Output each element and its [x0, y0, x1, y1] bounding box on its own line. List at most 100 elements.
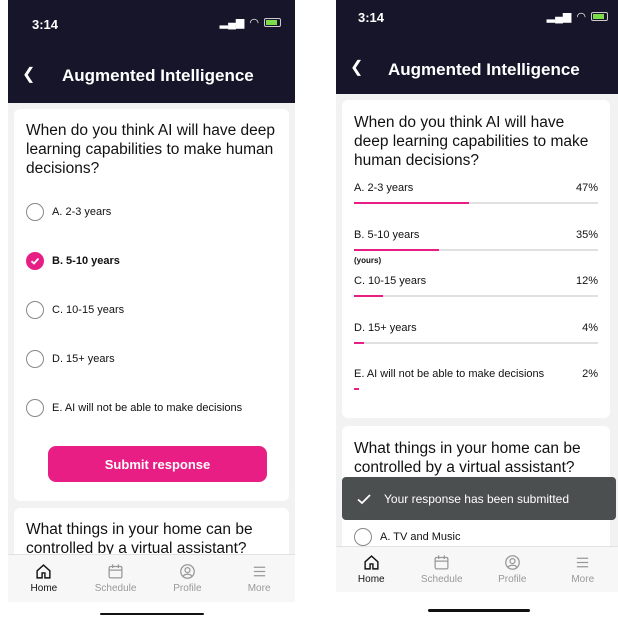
home-indicator-area	[336, 592, 618, 619]
profile-icon	[504, 555, 520, 570]
submit-response-button[interactable]: Submit response	[48, 446, 267, 482]
calendar-icon	[108, 564, 123, 579]
toast-notification: Your response has been submitted	[342, 477, 616, 520]
tab-schedule[interactable]: Schedule	[407, 547, 478, 592]
poll-screen: 3:14 ▂▄▆ ◠ ❮ Augmented Intelligence When…	[8, 0, 295, 619]
result-bar	[354, 202, 598, 204]
result-label: E. AI will not be able to make decisions	[354, 368, 545, 380]
result-percent: 47%	[575, 182, 598, 194]
result-label: D. 15+ years	[354, 322, 417, 334]
battery-icon	[591, 12, 608, 21]
result-bar	[354, 295, 598, 297]
result-percent: 12%	[575, 275, 598, 287]
next-question: What things in your home can be controll…	[354, 440, 581, 476]
next-question: What things in your home can be controll…	[26, 521, 253, 557]
result-bar-fill	[354, 295, 384, 297]
tab-profile[interactable]: Profile	[477, 547, 548, 592]
option-label: D. 15+ years	[52, 353, 115, 365]
status-icons: ▂▄▆ ◠	[220, 16, 281, 29]
result-percent: 2%	[582, 368, 598, 380]
tab-label: Schedule	[420, 574, 463, 585]
option-e[interactable]: E. AI will not be able to make decisions	[26, 399, 289, 417]
tab-more[interactable]: More	[548, 547, 618, 592]
home-indicator	[428, 609, 530, 612]
result-b: B. 5-10 years 35% (yours)	[354, 229, 598, 265]
toast-message: Your response has been submitted	[384, 491, 570, 506]
option-c[interactable]: C. 10-15 years	[26, 301, 289, 319]
tab-label: Schedule	[94, 583, 137, 594]
radio-unchecked-icon[interactable]	[26, 350, 44, 368]
page-title: Augmented Intelligence	[62, 66, 254, 85]
signal-icon: ▂▄▆	[546, 11, 572, 23]
yours-label: (yours)	[354, 256, 382, 265]
radio-unchecked-icon[interactable]	[354, 528, 372, 546]
profile-icon	[180, 564, 195, 579]
tab-home[interactable]: Home	[336, 547, 407, 592]
page-title: Augmented Intelligence	[388, 60, 580, 79]
calendar-icon	[434, 555, 449, 570]
radio-checked-icon[interactable]	[26, 252, 44, 270]
result-c: C. 10-15 years 12%	[354, 275, 598, 297]
result-a: A. 2-3 years 47%	[354, 182, 598, 204]
poll-question: When do you think AI will have deep lear…	[26, 122, 276, 177]
menu-icon	[253, 566, 265, 577]
tab-label: More	[571, 574, 595, 585]
option-b[interactable]: B. 5-10 years	[26, 252, 289, 270]
tab-more[interactable]: More	[223, 555, 295, 602]
result-percent: 35%	[575, 229, 598, 241]
tab-label: Home	[30, 583, 58, 594]
status-time: 3:14	[32, 17, 59, 32]
wifi-icon: ◠	[576, 11, 586, 23]
result-percent: 4%	[582, 322, 598, 334]
radio-unchecked-icon[interactable]	[26, 203, 44, 221]
home-indicator-area	[8, 602, 295, 619]
tab-schedule[interactable]: Schedule	[80, 555, 152, 602]
checkmark-icon	[357, 493, 371, 504]
tab-label: Profile	[498, 574, 527, 585]
poll-card: When do you think AI will have deep lear…	[14, 109, 289, 501]
result-bar-fill	[354, 202, 469, 204]
results-card: When do you think AI will have deep lear…	[342, 100, 610, 418]
back-arrow-icon[interactable]: ❮	[22, 64, 35, 84]
result-label: A. 2-3 years	[354, 182, 414, 194]
result-label: B. 5-10 years	[354, 229, 420, 241]
results-screen: 3:14 ▂▄▆ ◠ ❮ Augmented Intelligence When…	[336, 0, 618, 619]
result-bar	[354, 388, 598, 390]
result-label: C. 10-15 years	[354, 275, 427, 287]
result-bar-fill	[354, 388, 359, 390]
option-label: E. AI will not be able to make decisions	[52, 402, 243, 414]
result-bar	[354, 249, 598, 251]
status-time: 3:14	[358, 10, 385, 25]
home-icon	[364, 555, 379, 570]
tab-label: Home	[357, 574, 385, 585]
menu-icon	[577, 557, 589, 568]
header-bar: 3:14 ▂▄▆ ◠ ❮ Augmented Intelligence	[336, 0, 618, 94]
tab-label: More	[247, 583, 271, 594]
radio-unchecked-icon[interactable]	[26, 301, 44, 319]
home-icon	[36, 564, 51, 579]
option-label: A. 2-3 years	[52, 206, 112, 218]
result-bar-fill	[354, 249, 440, 251]
option-label: B. 5-10 years	[52, 255, 120, 267]
option-tv-music[interactable]: A. TV and Music	[354, 528, 610, 546]
option-a[interactable]: A. 2-3 years	[26, 203, 289, 221]
tab-label: Profile	[173, 583, 202, 594]
bottom-tab-bar: Home Schedule Profile More	[336, 546, 618, 592]
tab-home[interactable]: Home	[8, 555, 80, 602]
result-d: D. 15+ years 4%	[354, 322, 598, 344]
option-label: C. 10-15 years	[52, 304, 125, 316]
status-icons: ▂▄▆ ◠	[547, 10, 608, 23]
result-e: E. AI will not be able to make decisions…	[354, 368, 598, 390]
option-label: A. TV and Music	[380, 531, 461, 543]
tab-profile[interactable]: Profile	[152, 555, 224, 602]
radio-unchecked-icon[interactable]	[26, 399, 44, 417]
wifi-icon: ◠	[249, 17, 259, 29]
back-arrow-icon[interactable]: ❮	[350, 57, 363, 77]
poll-question: When do you think AI will have deep lear…	[354, 114, 589, 169]
result-bar-fill	[354, 342, 364, 344]
bottom-tab-bar: Home Schedule Profile More	[8, 554, 295, 602]
option-d[interactable]: D. 15+ years	[26, 350, 289, 368]
battery-icon	[264, 18, 281, 27]
result-bar	[354, 342, 598, 344]
home-indicator	[100, 613, 204, 615]
